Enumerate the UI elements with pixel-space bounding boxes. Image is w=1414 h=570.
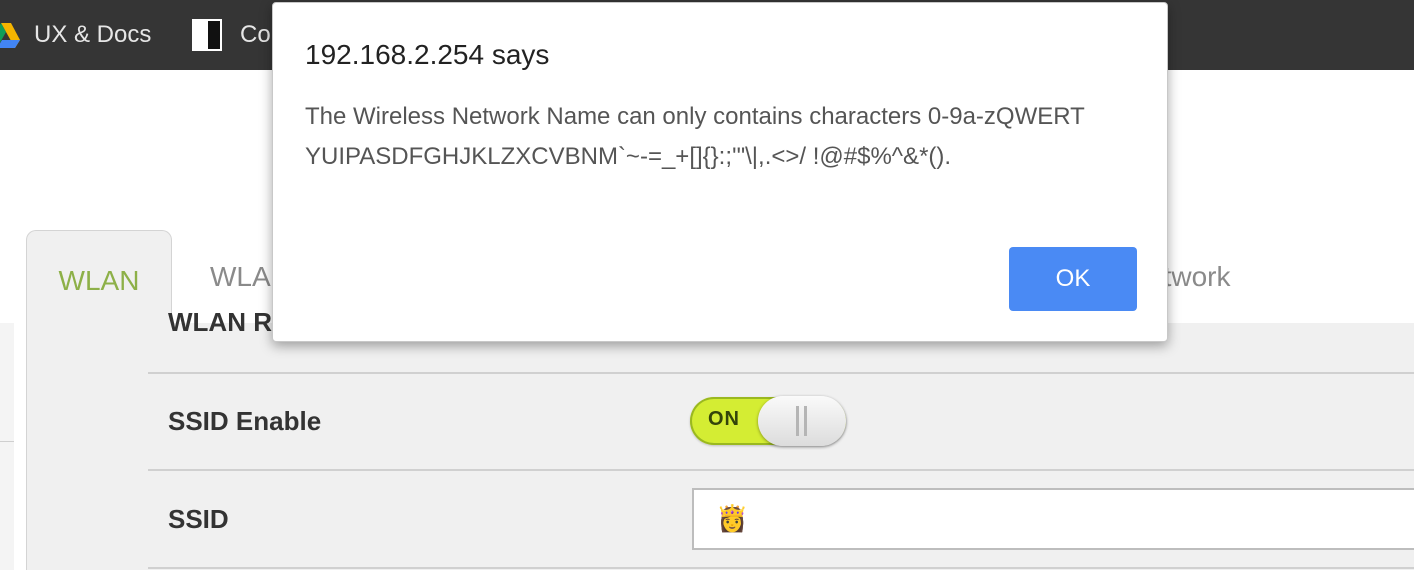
bookmark-label: Co (240, 21, 271, 48)
ssid-enable-toggle[interactable]: ON (690, 396, 846, 446)
bookmark-co[interactable]: Co (192, 0, 271, 70)
section-heading: WLAN R (168, 307, 272, 337)
tab-wlan[interactable]: WLAN (26, 230, 172, 330)
google-drive-icon (0, 23, 20, 48)
row-divider (148, 372, 1414, 374)
alert-dialog: 192.168.2.254 says The Wireless Network … (272, 2, 1168, 342)
bookmark-ux-docs[interactable]: UX & Docs (0, 0, 151, 70)
row-divider (148, 567, 1414, 569)
toggle-state-label: ON (708, 408, 740, 430)
document-icon (192, 19, 222, 51)
row-divider (148, 469, 1414, 471)
ssid-label: SSID (168, 504, 229, 534)
dialog-message: The Wireless Network Name can only conta… (305, 103, 1085, 170)
ok-button[interactable]: OK (1009, 247, 1137, 311)
ssid-input[interactable] (692, 488, 1414, 550)
bookmark-label: UX & Docs (34, 21, 152, 48)
sidebar-edge (0, 323, 14, 570)
ssid-enable-label: SSID Enable (168, 406, 322, 436)
toggle-knob[interactable] (758, 396, 846, 446)
dialog-title: 192.168.2.254 says (305, 39, 550, 70)
